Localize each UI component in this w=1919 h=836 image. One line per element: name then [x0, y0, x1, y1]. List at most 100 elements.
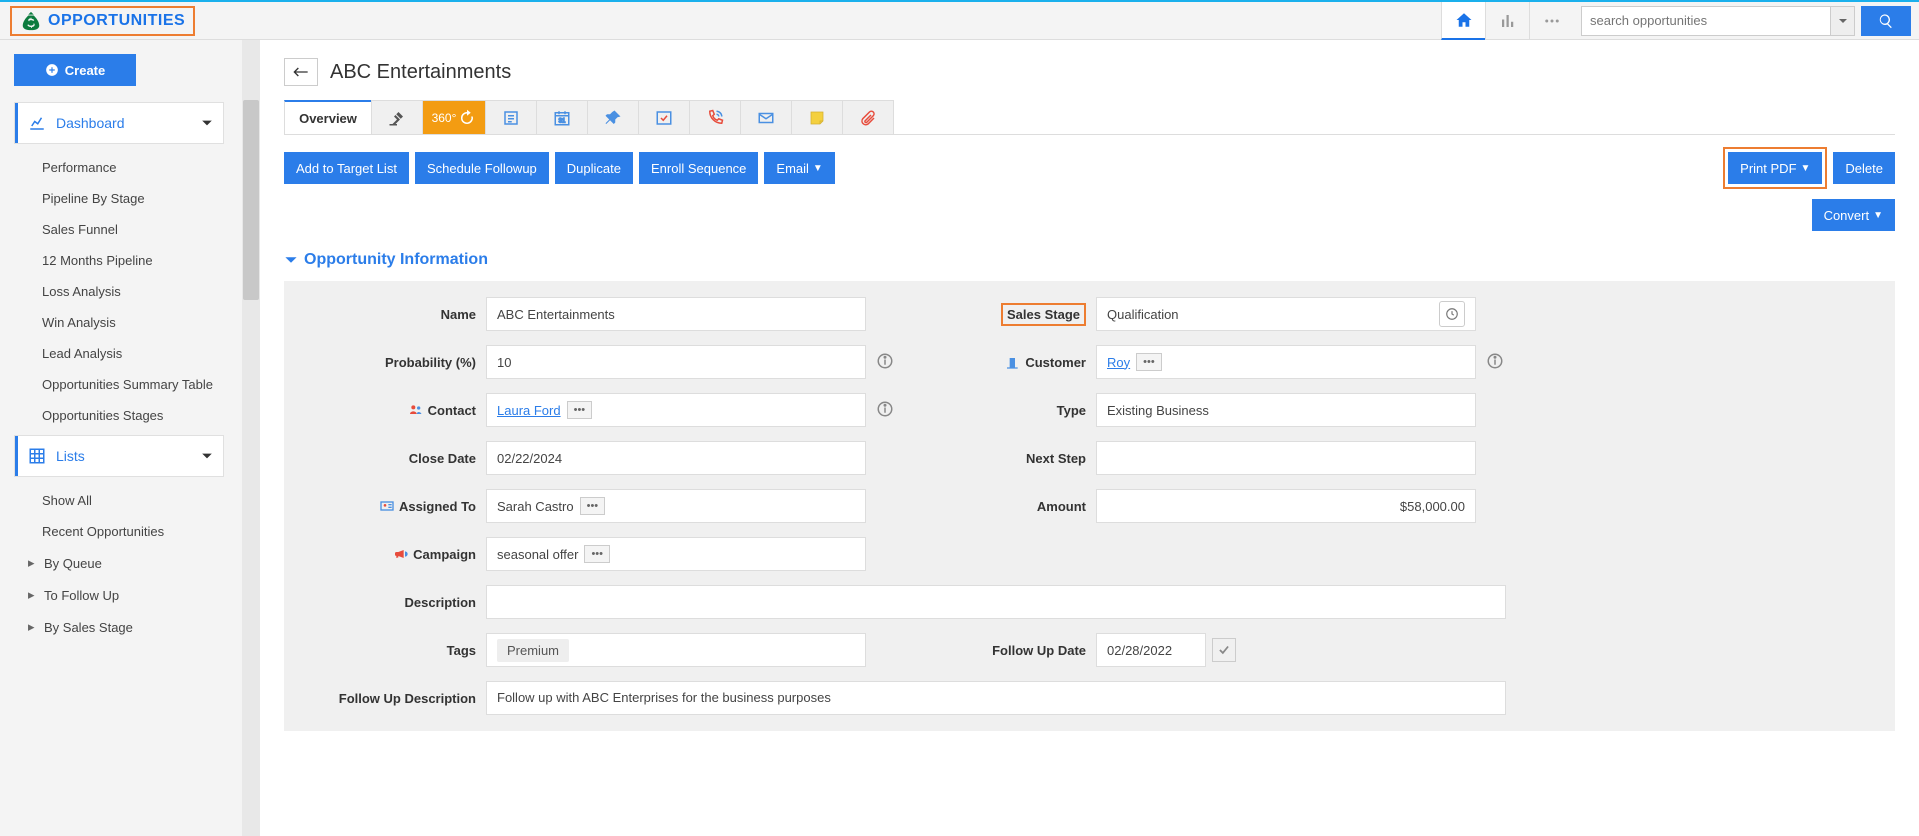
- convert-button[interactable]: Convert▼: [1812, 199, 1895, 231]
- customer-more-button[interactable]: •••: [1136, 353, 1162, 371]
- phone-icon: [706, 109, 724, 127]
- tab-notes[interactable]: [485, 100, 537, 134]
- sidebar-item-label: Sales Funnel: [42, 222, 118, 237]
- section-header-opportunity-info[interactable]: Opportunity Information: [284, 251, 1895, 269]
- info-icon[interactable]: [876, 400, 894, 418]
- sidebar-section-lists: Lists: [14, 435, 224, 477]
- sidebar-item-opportunities-stages[interactable]: Opportunities Stages: [14, 400, 224, 431]
- caret-down-icon: ▼: [1873, 210, 1883, 221]
- sidebar-item-label: Lead Analysis: [42, 346, 122, 361]
- tab-360[interactable]: 360°: [422, 100, 486, 134]
- campaign-more-button[interactable]: •••: [584, 545, 610, 563]
- record-title: ABC Entertainments: [330, 61, 511, 84]
- caret-down-icon: ▼: [1801, 163, 1811, 174]
- value-close-date[interactable]: 02/22/2024: [486, 441, 866, 475]
- email-button[interactable]: Email▼: [764, 152, 834, 184]
- value-description[interactable]: [486, 585, 1506, 619]
- tab-attachment[interactable]: [842, 100, 894, 134]
- search-button[interactable]: [1861, 6, 1911, 36]
- label-assigned-to: Assigned To: [296, 498, 476, 514]
- assigned-more-button[interactable]: •••: [580, 497, 606, 515]
- contact-more-button[interactable]: •••: [567, 401, 593, 419]
- tab-overview[interactable]: Overview: [284, 100, 372, 134]
- schedule-followup-button[interactable]: Schedule Followup: [415, 152, 549, 184]
- enroll-sequence-button[interactable]: Enroll Sequence: [639, 152, 758, 184]
- info-icon[interactable]: [876, 352, 894, 370]
- sidebar-dashboard-header[interactable]: Dashboard: [15, 103, 223, 143]
- sidebar-lists-header[interactable]: Lists: [15, 436, 223, 476]
- sidebar-item-12-months-pipeline[interactable]: 12 Months Pipeline: [14, 245, 224, 276]
- expand-caret-icon: ▸: [28, 555, 38, 571]
- home-nav-button[interactable]: [1441, 2, 1485, 40]
- tab-email[interactable]: [740, 100, 792, 134]
- value-next-step[interactable]: [1096, 441, 1476, 475]
- line-chart-icon: [28, 114, 46, 132]
- print-pdf-button[interactable]: Print PDF▼: [1728, 152, 1822, 184]
- value-follow-up-description[interactable]: Follow up with ABC Enterprises for the b…: [486, 681, 1506, 715]
- value-type[interactable]: Existing Business: [1096, 393, 1476, 427]
- value-probability[interactable]: 10: [486, 345, 866, 379]
- sidebar-item-opportunities-summary-table[interactable]: Opportunities Summary Table: [14, 369, 224, 400]
- sidebar-item-performance[interactable]: Performance: [14, 152, 224, 183]
- value-assigned-to[interactable]: Sarah Castro •••: [486, 489, 866, 523]
- value-tags[interactable]: Premium: [486, 633, 866, 667]
- tab-sticky-note[interactable]: [791, 100, 843, 134]
- sidebar-item-recent-opportunities[interactable]: Recent Opportunities: [14, 516, 224, 547]
- value-sales-stage[interactable]: Qualification: [1096, 297, 1476, 331]
- more-nav-button[interactable]: [1529, 2, 1573, 40]
- sidebar-item-loss-analysis[interactable]: Loss Analysis: [14, 276, 224, 307]
- sidebar-item-label: Win Analysis: [42, 315, 116, 330]
- label-customer: Customer: [906, 354, 1086, 370]
- info-icon[interactable]: [1486, 352, 1504, 370]
- create-button-label: Create: [65, 63, 105, 78]
- duplicate-button[interactable]: Duplicate: [555, 152, 633, 184]
- value-customer[interactable]: Roy •••: [1096, 345, 1476, 379]
- clock-icon: [1445, 307, 1459, 321]
- sidebar-item-sales-funnel[interactable]: Sales Funnel: [14, 214, 224, 245]
- calendar-icon: 31: [553, 109, 571, 127]
- search-input[interactable]: [1581, 6, 1831, 36]
- sidebar-item-show-all[interactable]: Show All: [14, 485, 224, 516]
- tab-call[interactable]: [689, 100, 741, 134]
- megaphone-icon: [393, 546, 409, 562]
- sidebar-item-to-follow-up[interactable]: ▸To Follow Up: [14, 579, 224, 611]
- customer-link[interactable]: Roy: [1107, 355, 1130, 370]
- label-text: Campaign: [413, 547, 476, 562]
- ellipsis-icon: [1543, 12, 1561, 30]
- delete-button[interactable]: Delete: [1833, 152, 1895, 184]
- add-to-target-list-button[interactable]: Add to Target List: [284, 152, 409, 184]
- sidebar-scrollbar-thumb[interactable]: [243, 100, 259, 300]
- contact-link[interactable]: Laura Ford: [497, 403, 561, 418]
- sidebar-item-label: By Queue: [44, 556, 102, 571]
- module-title: OPPORTUNITIES: [48, 12, 185, 30]
- tab-gavel[interactable]: [371, 100, 423, 134]
- search-scope-dropdown[interactable]: [1831, 6, 1855, 36]
- value-contact[interactable]: Laura Ford •••: [486, 393, 866, 427]
- value-amount[interactable]: $58,000.00: [1096, 489, 1476, 523]
- button-label: Schedule Followup: [427, 161, 537, 176]
- history-button[interactable]: [1439, 301, 1465, 327]
- label-contact: Contact: [296, 402, 476, 418]
- tag-chip[interactable]: Premium: [497, 639, 569, 662]
- sidebar-item-win-analysis[interactable]: Win Analysis: [14, 307, 224, 338]
- tab-calendar[interactable]: 31: [536, 100, 588, 134]
- value-follow-up-date[interactable]: 02/28/2022: [1096, 633, 1206, 667]
- create-button[interactable]: Create: [14, 54, 136, 86]
- sidebar-item-by-queue[interactable]: ▸ By Queue: [14, 547, 224, 579]
- sidebar-item-lead-analysis[interactable]: Lead Analysis: [14, 338, 224, 369]
- sidebar-scrollbar-track[interactable]: [242, 40, 260, 836]
- sidebar-item-label: 12 Months Pipeline: [42, 253, 153, 268]
- tab-task[interactable]: [638, 100, 690, 134]
- tab-pin[interactable]: [587, 100, 639, 134]
- value-name[interactable]: ABC Entertainments: [486, 297, 866, 331]
- back-button[interactable]: [284, 58, 318, 86]
- follow-up-done-checkbox[interactable]: [1212, 638, 1236, 662]
- chevron-down-icon: [201, 117, 213, 129]
- button-label: Email: [776, 161, 809, 176]
- value-campaign[interactable]: seasonal offer •••: [486, 537, 866, 571]
- label-description: Description: [296, 595, 476, 610]
- label-close-date: Close Date: [296, 451, 476, 466]
- sidebar-item-pipeline-by-stage[interactable]: Pipeline By Stage: [14, 183, 224, 214]
- charts-nav-button[interactable]: [1485, 2, 1529, 40]
- sidebar-item-by-sales-stage[interactable]: ▸By Sales Stage: [14, 611, 224, 643]
